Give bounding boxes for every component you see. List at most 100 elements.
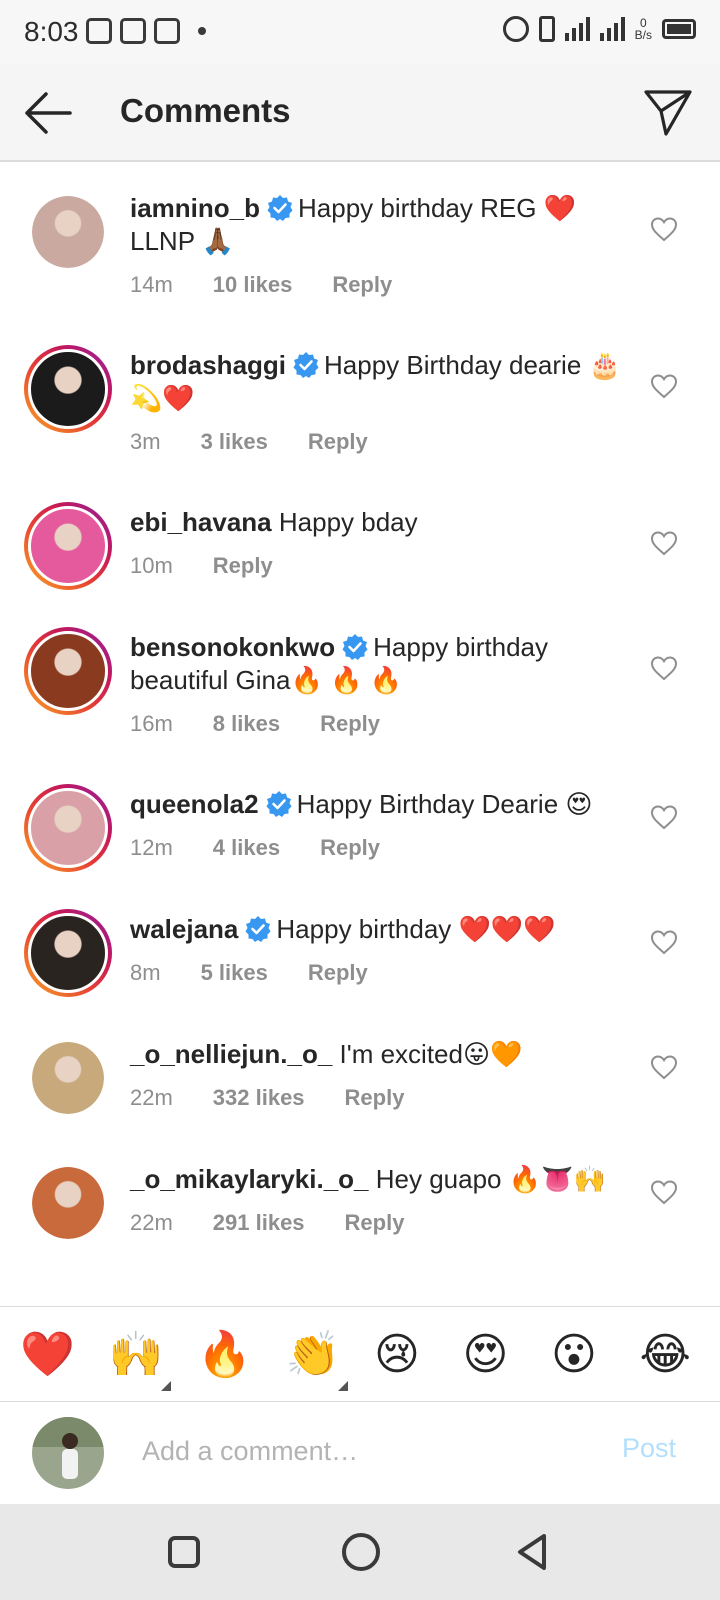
commenter-avatar[interactable] — [24, 909, 112, 997]
comment-likes-count[interactable]: 10 likes — [213, 272, 293, 298]
commenter-avatar[interactable] — [24, 627, 112, 715]
verified-badge-icon — [293, 352, 319, 378]
comment-username[interactable]: walejana — [130, 914, 238, 944]
back-triangle-icon[interactable] — [514, 1532, 550, 1572]
comment-meta: 22m 332 likes Reply — [130, 1085, 404, 1111]
tears-of-joy-emoji[interactable]: 😂 — [640, 1331, 691, 1379]
comment-body: Hey guapo 🔥👅🙌 — [375, 1164, 606, 1194]
page-title: Comments — [120, 92, 291, 129]
comment-body: Happy birthday ❤️❤️❤️ — [276, 914, 556, 944]
comment-meta: 16m 8 likes Reply — [130, 711, 380, 737]
verified-badge-icon — [266, 791, 292, 817]
network-speed: 0 B/s — [634, 16, 652, 42]
reply-button[interactable]: Reply — [213, 553, 273, 579]
skin-tone-indicator-icon — [160, 1381, 171, 1391]
current-user-avatar — [32, 1417, 104, 1489]
comment-meta: 3m 3 likes Reply — [130, 429, 368, 455]
comment-body: I'm excited😛🧡 — [339, 1039, 523, 1069]
comment-body: Happy Birthday Dearie 😍 — [296, 789, 593, 819]
like-heart-icon[interactable] — [650, 530, 678, 556]
comment-likes-count[interactable]: 3 likes — [201, 429, 268, 455]
reply-button[interactable]: Reply — [345, 1085, 405, 1111]
verified-badge-icon — [342, 634, 368, 660]
top-app-bar: Comments — [0, 64, 720, 162]
comment-meta: 12m 4 likes Reply — [130, 835, 380, 861]
like-heart-icon[interactable] — [650, 804, 678, 830]
signal-icon — [564, 17, 590, 41]
comment-username[interactable]: _o_mikaylaryki._o_ — [130, 1164, 369, 1194]
reply-button[interactable]: Reply — [345, 1210, 405, 1236]
comment-likes-count[interactable]: 332 likes — [213, 1085, 305, 1111]
comment-likes-count[interactable]: 8 likes — [213, 711, 280, 737]
comment-likes-count[interactable]: 4 likes — [213, 835, 280, 861]
notification-icons — [86, 18, 206, 44]
like-heart-icon[interactable] — [650, 655, 678, 681]
comment-meta: 22m 291 likes Reply — [130, 1210, 404, 1236]
battery-icon — [662, 19, 696, 39]
commenter-avatar[interactable] — [24, 345, 112, 433]
comment-username[interactable]: iamnino_b — [130, 193, 260, 223]
reply-button[interactable]: Reply — [320, 835, 380, 861]
comment-username[interactable]: bensonokonkwo — [130, 632, 335, 662]
raised-hands-emoji[interactable]: 🙌 — [109, 1331, 164, 1379]
reply-button[interactable]: Reply — [308, 960, 368, 986]
like-heart-icon[interactable] — [650, 216, 678, 242]
comment-timestamp: 3m — [130, 429, 161, 454]
comment-timestamp: 8m — [130, 960, 161, 985]
skin-tone-indicator-icon — [337, 1381, 348, 1391]
reply-button[interactable]: Reply — [332, 272, 392, 298]
commenter-avatar[interactable] — [24, 784, 112, 872]
comment-username[interactable]: queenola2 — [130, 789, 259, 819]
comment-text-block: _o_nelliejun._o_ I'm excited😛🧡 — [130, 1038, 630, 1071]
like-heart-icon[interactable] — [650, 1054, 678, 1080]
commenter-avatar[interactable] — [32, 1042, 104, 1114]
signal-icon-2 — [599, 17, 625, 41]
comment-composer: Post — [0, 1403, 720, 1499]
back-arrow-icon[interactable] — [22, 88, 74, 138]
comment-username[interactable]: _o_nelliejun._o_ — [130, 1039, 332, 1069]
verified-badge-icon — [267, 195, 293, 221]
comment-likes-count[interactable]: 5 likes — [201, 960, 268, 986]
comment-username[interactable]: brodashaggi — [130, 350, 286, 380]
comment-meta: 14m 10 likes Reply — [130, 272, 392, 298]
comment-text-block: _o_mikaylaryki._o_ Hey guapo 🔥👅🙌 — [130, 1163, 630, 1196]
commenter-avatar[interactable] — [24, 502, 112, 590]
comment-timestamp: 16m — [130, 711, 173, 736]
clapping-hands-emoji[interactable]: 👏 — [286, 1331, 341, 1379]
verified-badge-icon — [245, 916, 271, 942]
comment-text-block: bensonokonkwo Happy birthday beautiful Gi… — [130, 631, 630, 697]
heart-eyes-emoji[interactable]: 😍 — [463, 1331, 509, 1379]
comment-body: Happy bday — [278, 507, 418, 537]
home-button[interactable] — [342, 1533, 380, 1571]
status-time: 8:03 — [24, 16, 79, 47]
comment-likes-count[interactable]: 291 likes — [213, 1210, 305, 1236]
commenter-avatar[interactable] — [32, 1167, 104, 1239]
add-comment-input[interactable] — [142, 1427, 582, 1475]
heart-emoji[interactable]: ❤️ — [20, 1331, 75, 1379]
reply-button[interactable]: Reply — [320, 711, 380, 737]
more-notifications-dot — [198, 27, 206, 35]
comment-timestamp: 14m — [130, 272, 173, 297]
reply-button[interactable]: Reply — [308, 429, 368, 455]
crying-face-emoji[interactable]: 😢 — [374, 1331, 420, 1379]
like-heart-icon[interactable] — [650, 373, 678, 399]
system-navigation-bar — [0, 1504, 720, 1600]
recent-apps-button[interactable] — [168, 1536, 200, 1568]
comment-timestamp: 12m — [130, 835, 173, 860]
fire-emoji[interactable]: 🔥 — [197, 1331, 252, 1379]
alarm-icon — [502, 16, 529, 42]
comment-username[interactable]: ebi_havana — [130, 507, 272, 537]
status-bar: 8:03 0 B/s — [0, 0, 720, 64]
vibrate-icon — [538, 16, 555, 42]
comment-text-block: queenola2 Happy Birthday Dearie 😍 — [130, 788, 630, 821]
like-heart-icon[interactable] — [650, 929, 678, 955]
comment-text-block: ebi_havana Happy bday — [130, 506, 630, 539]
comment-meta: 10m Reply — [130, 553, 273, 579]
comment-text-block: iamnino_b Happy birthday REG ❤️ LLNP 🙏🏾 — [130, 192, 630, 258]
direct-send-icon[interactable] — [642, 86, 694, 138]
commenter-avatar[interactable] — [32, 196, 104, 268]
like-heart-icon[interactable] — [650, 1179, 678, 1205]
post-button[interactable]: Post — [622, 1433, 676, 1464]
surprised-face-emoji[interactable]: 😮 — [551, 1331, 597, 1379]
system-icons: 0 B/s — [502, 16, 696, 42]
